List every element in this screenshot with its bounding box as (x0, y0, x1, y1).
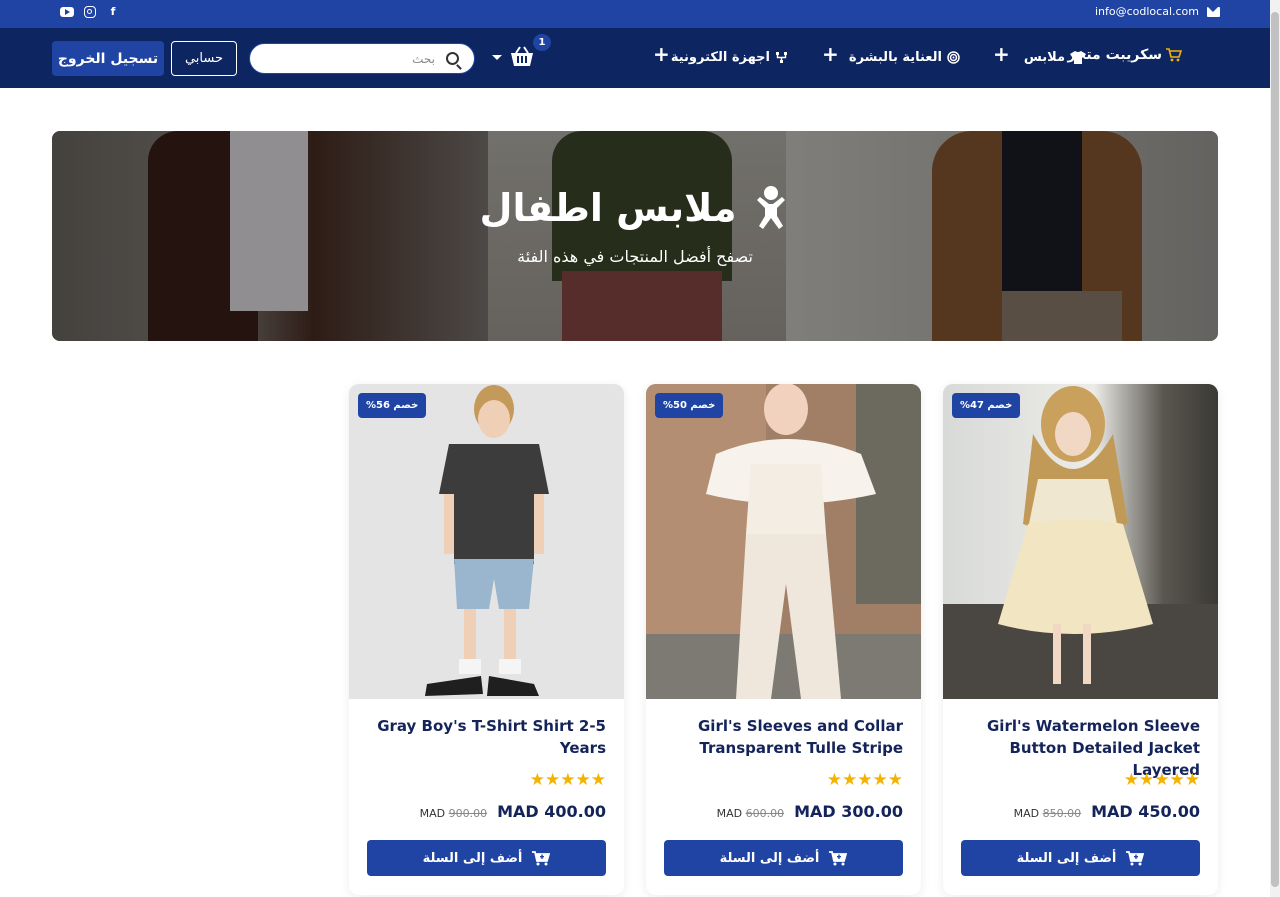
discount-badge: خصم 47% (952, 393, 1021, 418)
basket-icon[interactable] (509, 45, 535, 69)
cart-plus-icon (532, 850, 551, 865)
shopping-cart-icon (1166, 48, 1182, 62)
chevron-down-icon[interactable] (492, 55, 502, 60)
menu-item-electronics[interactable]: اجهزة الكترونية (671, 46, 788, 68)
rating-stars: ★★★★★ (529, 770, 606, 790)
new-price: MAD 300.00 (794, 802, 903, 821)
menu-item-label: اجهزة الكترونية (670, 49, 770, 65)
search-box (249, 43, 475, 74)
product-photo (943, 384, 1218, 699)
old-price: MAD 850.00 (1013, 807, 1082, 820)
scrollbar-thumb[interactable] (1271, 12, 1279, 887)
target-icon (947, 50, 960, 64)
contact-email: info@codlocal.com (1095, 5, 1220, 18)
expand-plus-icon[interactable]: + (993, 42, 1010, 66)
baby-icon (756, 186, 785, 229)
price-row: MAD 850.00 MAD 450.00 (1014, 802, 1200, 821)
discount-badge: خصم 50% (655, 393, 724, 418)
menu-item-label: ملابس (1023, 49, 1065, 65)
hero-title: ملابس اطفال (52, 186, 1218, 230)
product-card[interactable]: خصم 56% Gray Boy's T-Shirt Shirt 2-5 Yea… (349, 384, 624, 895)
cart-count-badge: 1 (533, 34, 551, 51)
old-price: MAD 600.00 (716, 807, 785, 820)
new-price: MAD 400.00 (497, 802, 606, 821)
rating-stars: ★★★★★ (1123, 770, 1200, 790)
menu-item-skincare[interactable]: العناية بالبشرة (849, 46, 960, 68)
search-input[interactable] (270, 49, 435, 69)
price-row: MAD 900.00 MAD 400.00 (420, 802, 606, 821)
account-button[interactable]: حسابي (171, 41, 237, 76)
hero-title-text: ملابس اطفال (479, 186, 737, 230)
product-card[interactable]: خصم 47% Girl's Watermelon Sleeve Button … (943, 384, 1218, 895)
brand-name: سكريبت متجر (1067, 47, 1162, 63)
product-photo (349, 384, 624, 699)
email-text[interactable]: info@codlocal.com (1095, 5, 1199, 18)
discount-badge: خصم 56% (358, 393, 427, 418)
add-to-cart-button[interactable]: أضف إلى السلة (367, 840, 606, 876)
product-photo (646, 384, 921, 699)
add-to-cart-button[interactable]: أضف إلى السلة (961, 840, 1200, 876)
product-image[interactable]: خصم 47% (943, 384, 1218, 699)
rating-stars: ★★★★★ (826, 770, 903, 790)
facebook-icon[interactable]: f (106, 5, 120, 19)
add-to-cart-label: أضف إلى السلة (1016, 850, 1117, 866)
hero-subtitle: تصفح أفضل المنتجات في هذه الفئة (517, 247, 753, 266)
add-to-cart-button[interactable]: أضف إلى السلة (664, 840, 903, 876)
logout-button[interactable]: تسجيل الخروج (52, 41, 164, 76)
product-card[interactable]: خصم 50% Girl's Sleeves and Collar Transp… (646, 384, 921, 895)
search-icon[interactable] (446, 52, 459, 65)
network-icon (776, 51, 787, 63)
add-to-cart-label: أضف إلى السلة (719, 850, 820, 866)
instagram-icon[interactable] (84, 6, 96, 18)
scrollbar[interactable] (1270, 0, 1280, 897)
product-title[interactable]: Gray Boy's T-Shirt Shirt 2-5 Years (356, 715, 606, 759)
top-bar: f info@codlocal.com (0, 0, 1270, 28)
brand-logo[interactable]: سكريبت متجر (1068, 47, 1182, 63)
cart-plus-icon (829, 850, 848, 865)
product-image[interactable]: خصم 56% (349, 384, 624, 699)
expand-plus-icon[interactable]: + (653, 42, 670, 66)
youtube-icon[interactable] (60, 7, 74, 17)
mail-icon (1207, 6, 1220, 17)
price-row: MAD 600.00 MAD 300.00 (717, 802, 903, 821)
social-links: f (60, 5, 120, 19)
category-hero-banner: ملابس اطفال تصفح أفضل المنتجات في هذه ال… (52, 131, 1218, 341)
product-title[interactable]: Girl's Sleeves and Collar Transparent Tu… (653, 715, 903, 759)
new-price: MAD 450.00 (1091, 802, 1200, 821)
add-to-cart-label: أضف إلى السلة (422, 850, 523, 866)
cart-plus-icon (1126, 850, 1145, 865)
old-price: MAD 900.00 (419, 807, 488, 820)
expand-plus-icon[interactable]: + (822, 42, 839, 66)
menu-item-label: العناية بالبشرة (848, 49, 942, 65)
main-nav: تسجيل الخروج حسابي 1 + اجهزة الكترونية +… (0, 28, 1270, 88)
product-image[interactable]: خصم 50% (646, 384, 921, 699)
